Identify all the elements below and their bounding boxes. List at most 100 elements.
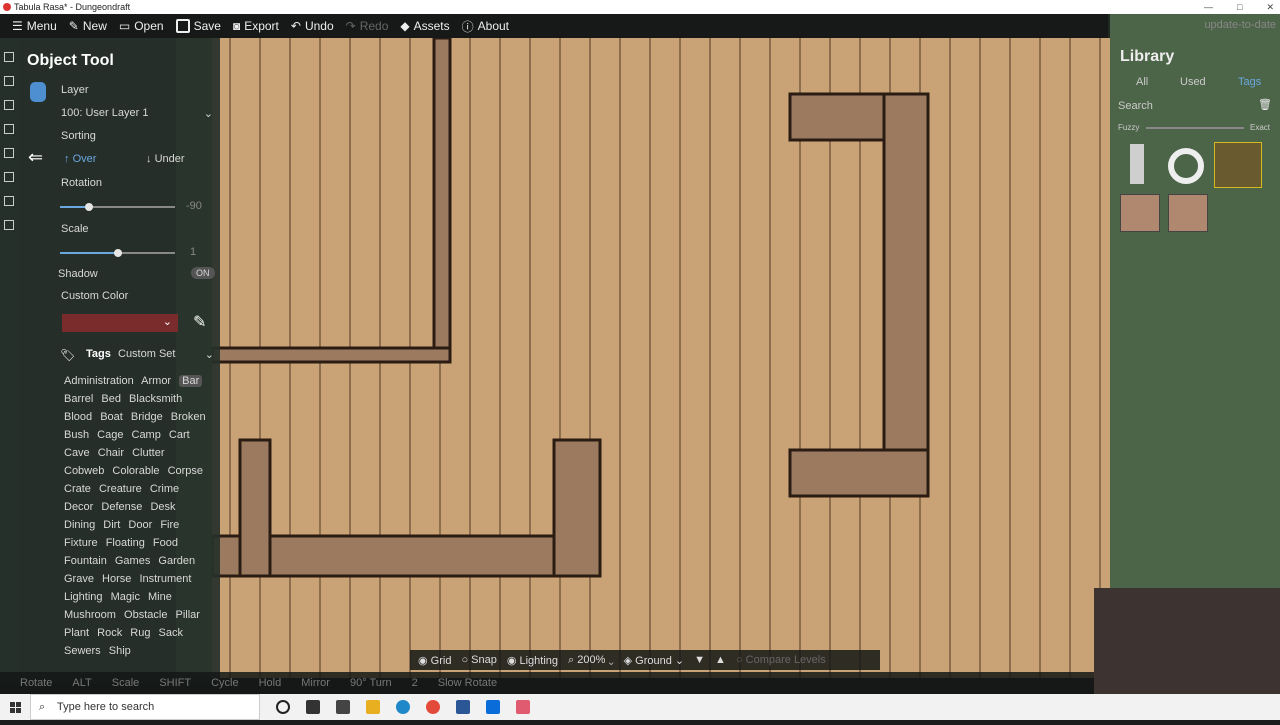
maximize-button[interactable]: □ [1237,0,1242,14]
dungeondraft-icon[interactable] [516,700,530,714]
trash-icon[interactable]: 🗑 [1258,98,1272,111]
about-button[interactable]: ⓘ About [462,18,509,35]
asset-bottle[interactable] [1130,144,1144,184]
custom-color-picker[interactable]: ⌄ [62,314,178,332]
tag-item[interactable]: Instrument [139,573,191,585]
file-explorer-icon[interactable] [366,700,380,714]
tag-item[interactable]: Dirt [103,519,120,531]
tag-item[interactable]: Sewers [64,645,101,657]
tool-icon-4[interactable] [4,124,14,134]
tag-item[interactable]: Games [115,555,150,567]
tag-item[interactable]: Obstacle [124,609,167,621]
open-button[interactable]: ▭ Open [119,19,164,33]
tag-item[interactable]: Fire [160,519,179,531]
layer-select[interactable]: 100: User Layer 1 ⌄ [61,107,217,120]
tag-item[interactable]: Pillar [176,609,200,621]
tool-icon-1[interactable] [4,52,14,62]
tag-item[interactable]: Fixture [64,537,98,549]
tag-item[interactable]: Cart [169,429,190,441]
store-icon[interactable] [336,700,350,714]
assets-button[interactable]: ◆ Assets [400,19,449,33]
app-blue-icon[interactable] [486,700,500,714]
tab-used[interactable]: Used [1180,76,1206,88]
cortana-icon[interactable] [276,700,290,714]
snap-toggle[interactable]: ○ Snap [461,654,496,666]
back-arrow-icon[interactable]: ⇐ [28,147,43,168]
tag-item[interactable]: Decor [64,501,93,513]
tag-item[interactable]: Lighting [64,591,103,603]
tag-item[interactable]: Corpse [168,465,203,477]
minimize-button[interactable]: — [1204,0,1213,14]
level-down-button[interactable]: ▼ [694,654,705,666]
tag-item[interactable]: Bridge [131,411,163,423]
eyedropper-icon[interactable]: ✎ [193,312,206,332]
tag-item[interactable]: Mine [148,591,172,603]
asset-target[interactable] [1168,148,1204,184]
tag-item[interactable]: Bar [179,375,203,387]
tag-item[interactable]: Desk [150,501,175,513]
tag-item[interactable]: Garden [158,555,195,567]
tag-item[interactable]: Rug [130,627,150,639]
tag-item[interactable]: Colorable [112,465,159,477]
sort-over-button[interactable]: ↑ Over [64,153,96,165]
close-button[interactable]: ✕ [1266,0,1274,14]
tag-item[interactable]: Crime [150,483,179,495]
redo-button[interactable]: ↷ Redo [346,19,389,33]
tag-item[interactable]: Creature [99,483,142,495]
rotation-value[interactable]: -90 [186,200,202,212]
asset-crate-1[interactable] [1120,194,1160,232]
tool-icon-5[interactable] [4,148,14,158]
word-icon[interactable] [456,700,470,714]
tab-all[interactable]: All [1136,76,1148,88]
grid-toggle[interactable]: ◉ Grid [418,654,451,667]
tag-item[interactable]: Cobweb [64,465,104,477]
tag-item[interactable]: Dining [64,519,95,531]
tag-item[interactable]: Sack [159,627,183,639]
menu-button[interactable]: ☰ Menu [12,19,57,33]
level-select[interactable]: ◈ Ground ⌄ [624,654,685,667]
save-button[interactable]: Save [175,19,221,33]
tag-item[interactable]: Defense [101,501,142,513]
tag-item[interactable]: Clutter [132,447,164,459]
tag-item[interactable]: Crate [64,483,91,495]
windows-start-icon[interactable] [0,694,30,720]
level-up-button[interactable]: ▲ [715,654,726,666]
tag-item[interactable]: Rock [97,627,122,639]
tag-item[interactable]: Cage [97,429,123,441]
tool-icon-2[interactable] [4,76,14,86]
taskbar-search-input[interactable]: Type here to search ⌕ [30,694,260,720]
tag-item[interactable]: Grave [64,573,94,585]
tool-icon-3[interactable] [4,100,14,110]
chrome-icon[interactable] [426,700,440,714]
sort-under-button[interactable]: ↓ Under [146,153,185,165]
fuzzy-slider[interactable] [1146,127,1244,129]
tag-item[interactable]: Cave [64,447,90,459]
tag-item[interactable]: Door [128,519,152,531]
scale-slider[interactable] [60,249,175,257]
tab-tags[interactable]: Tags [1238,76,1261,88]
tag-item[interactable]: Food [153,537,178,549]
export-button[interactable]: ◙ Export [233,19,279,33]
tool-icon-7[interactable] [4,196,14,206]
zoom-control[interactable]: ⌕ 200% ⌄ [568,654,614,667]
tag-item[interactable]: Floating [106,537,145,549]
tag-item[interactable]: Bush [64,429,89,441]
compare-levels-toggle[interactable]: ○ Compare Levels [736,654,826,666]
asset-bar-selected[interactable] [1214,142,1262,188]
tag-item[interactable]: Bed [101,393,121,405]
tag-item[interactable]: Broken [171,411,206,423]
tag-item[interactable]: Administration [64,375,134,387]
undo-button[interactable]: ↶ Undo [291,19,334,33]
edge-icon[interactable] [396,700,410,714]
tag-item[interactable]: Magic [111,591,140,603]
shadow-toggle[interactable]: ON [191,267,215,279]
lighting-toggle[interactable]: ◉ Lighting [507,654,558,667]
tag-item[interactable]: Chair [98,447,124,459]
asset-crate-2[interactable] [1168,194,1208,232]
tool-icon-8[interactable] [4,220,14,230]
map-canvas[interactable] [212,38,1110,678]
scale-value[interactable]: 1 [190,246,196,258]
tag-item[interactable]: Horse [102,573,131,585]
new-button[interactable]: ✎ New [69,19,107,33]
tag-item[interactable]: Blood [64,411,92,423]
